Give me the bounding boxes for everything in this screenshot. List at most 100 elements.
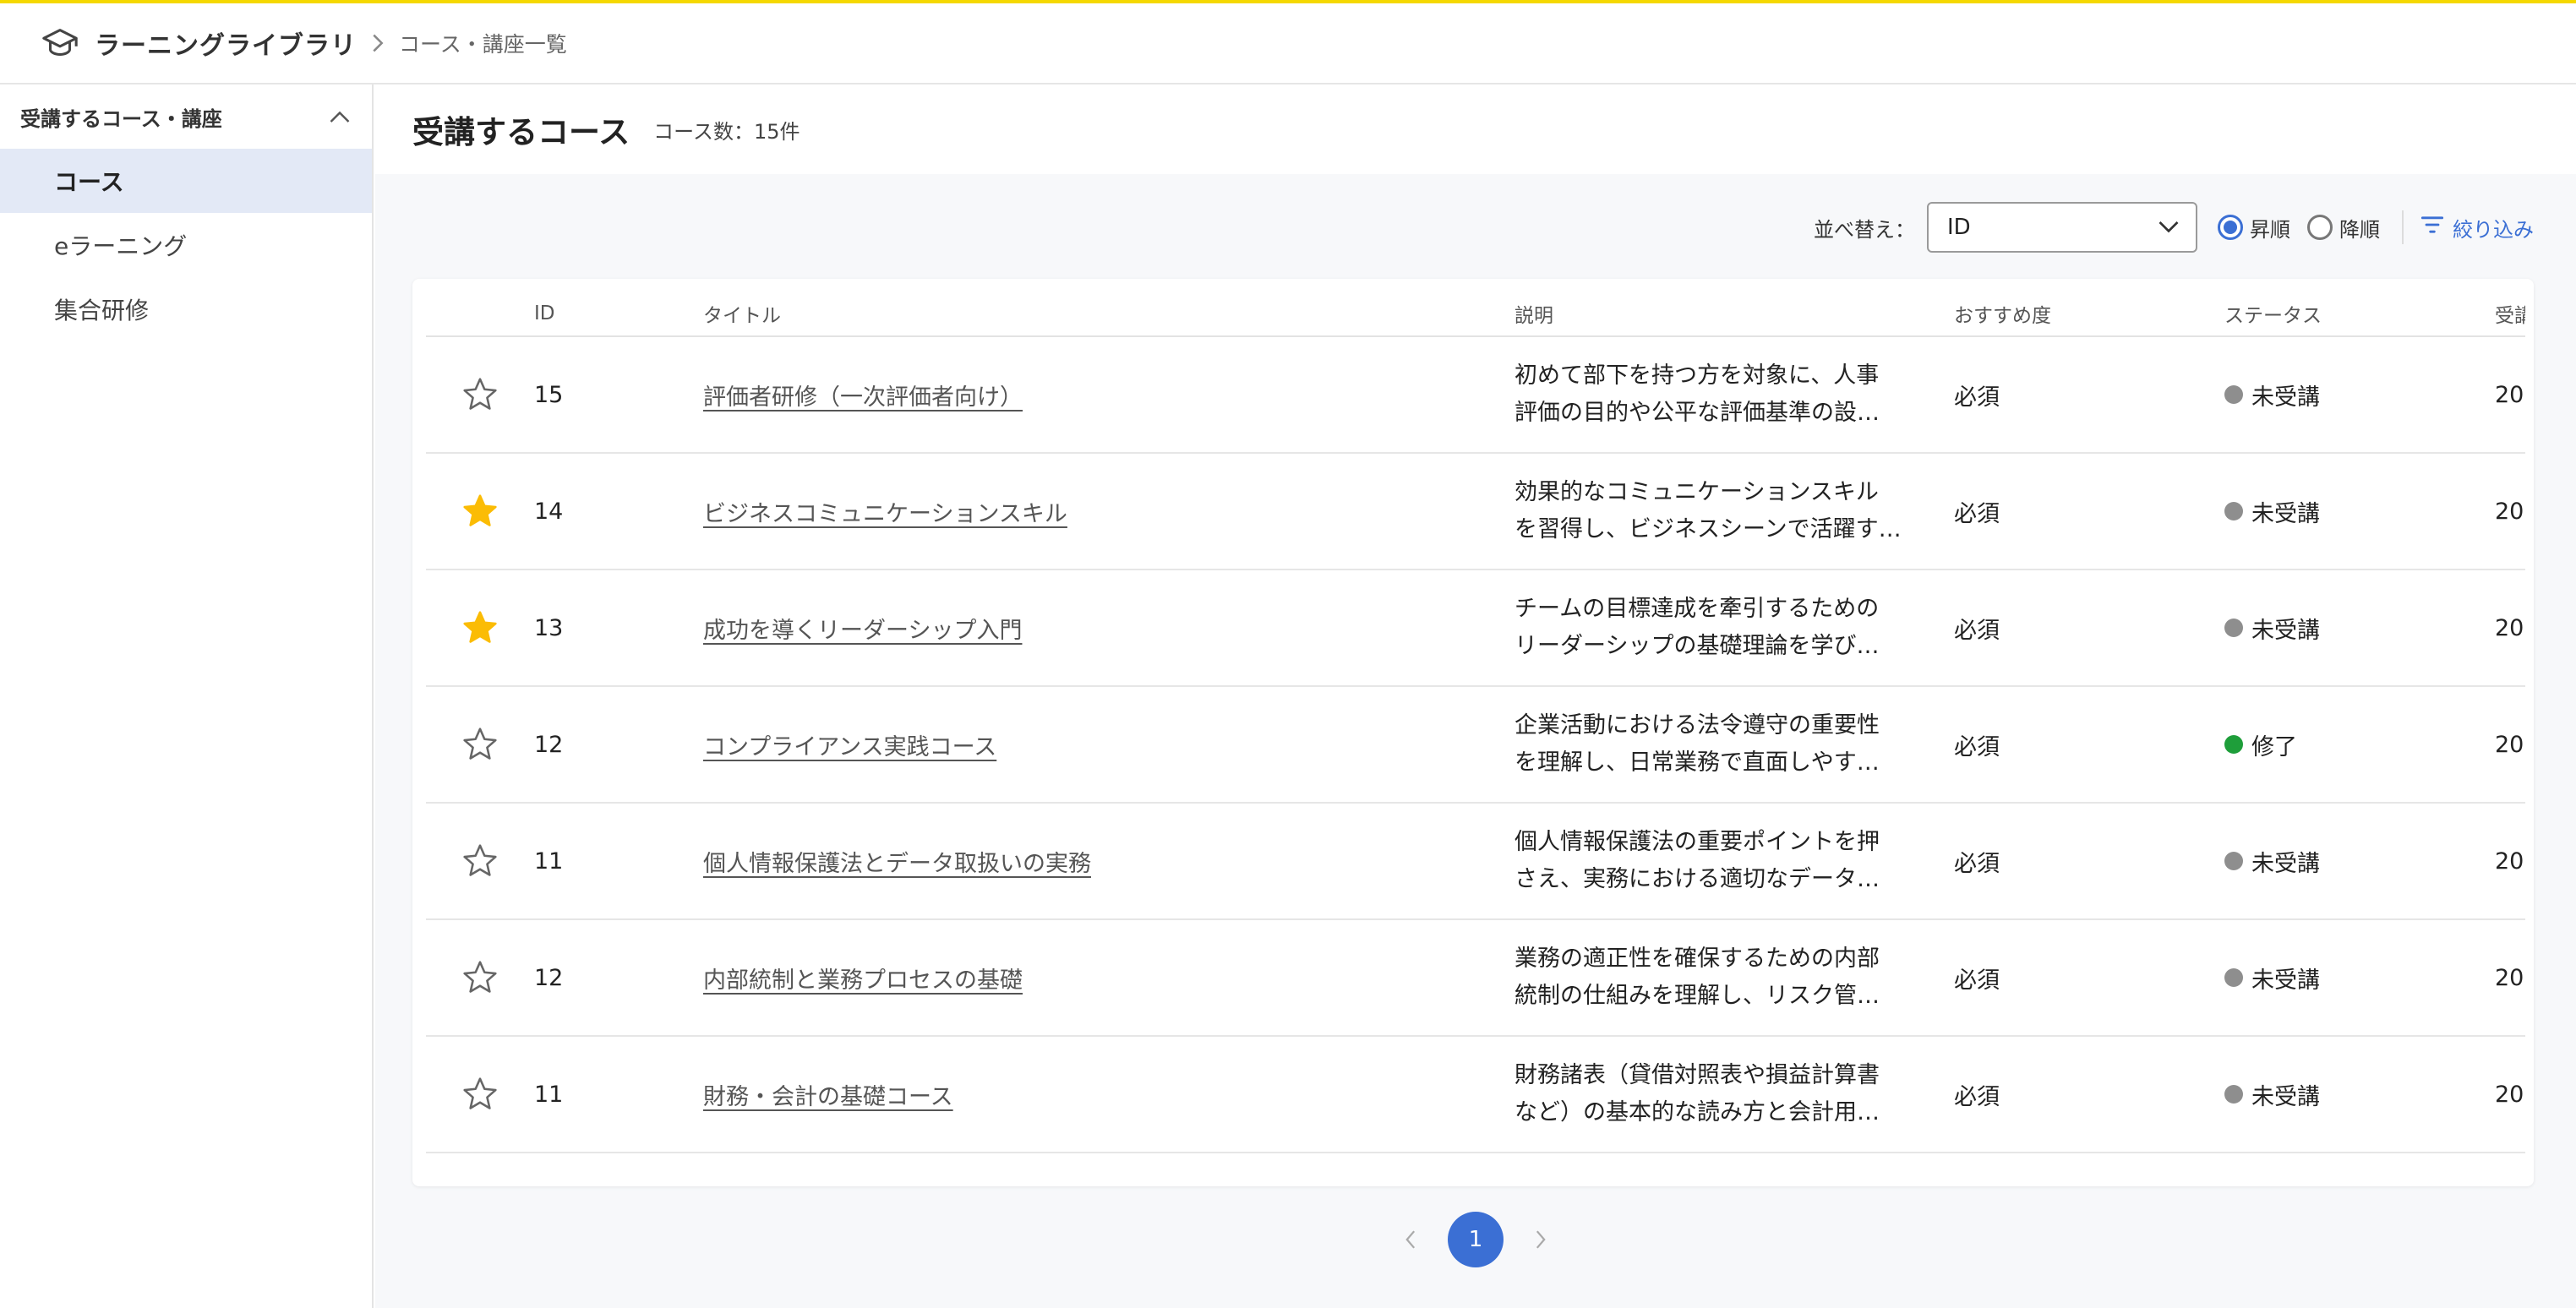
table-row[interactable]: 11 個人情報保護法とデータ取扱いの実務 個人情報保護法の重要ポイントを押 さえ、実務… bbox=[426, 803, 2525, 920]
radio-ascending-label: 昇順 bbox=[2250, 217, 2290, 242]
table-row[interactable]: 11 財務・会計の基礎コース 財務諸表（貸借対照表や損益計算書 など）の基本的な読み方… bbox=[426, 1036, 2525, 1153]
breadcrumb-current: コース・講座一覧 bbox=[399, 32, 567, 57]
course-title-cell: 成功を導くリーダーシップ入門 bbox=[703, 570, 1514, 687]
chevron-down-icon bbox=[2158, 215, 2179, 240]
course-status-cell: 修了 bbox=[2224, 686, 2495, 804]
course-description: 個人情報保護法の重要ポイントを押 さえ、実務における適切なデータ… bbox=[1514, 803, 1954, 920]
description-line-1: 個人情報保護法の重要ポイントを押 bbox=[1514, 829, 1880, 855]
status-badge: 未受講 bbox=[2251, 1083, 2320, 1110]
course-title-link[interactable]: コンプライアンス実践コース bbox=[703, 734, 996, 760]
sidebar-item-label: コース bbox=[54, 168, 124, 196]
filter-button[interactable]: 絞り込み bbox=[2420, 213, 2534, 243]
table-row[interactable]: 14 ビジネスコミュニケーションスキル 効果的なコミュニケーションスキル を習得し、ビ… bbox=[426, 453, 2525, 570]
course-attendance-date: 20 bbox=[2495, 336, 2525, 454]
radio-ascending[interactable]: 昇順 bbox=[2218, 213, 2290, 243]
course-status-cell: 未受講 bbox=[2224, 453, 2495, 570]
prev-page-button[interactable] bbox=[1385, 1229, 1436, 1250]
course-table-card: ID タイトル 説明 おすすめ度 ステータス 受講 15評価者研修（一次評価者向… bbox=[412, 279, 2534, 1186]
course-recommendation: 必須 bbox=[1954, 336, 2224, 454]
radio-descending[interactable]: 降順 bbox=[2307, 213, 2380, 243]
star-outline-icon[interactable] bbox=[426, 842, 534, 880]
course-title-cell: 財務・会計の基礎コース bbox=[703, 1036, 1514, 1153]
sidebar-item-elearning[interactable]: eラーニング bbox=[0, 213, 372, 277]
course-title-link[interactable]: 内部統制と業務プロセスの基礎 bbox=[703, 967, 1023, 994]
course-attendance-date: 20 bbox=[2495, 1036, 2525, 1153]
col-header-description: 説明 bbox=[1514, 279, 1954, 337]
course-attendance-date: 20 bbox=[2495, 803, 2525, 920]
course-title-link[interactable]: 評価者研修（一次評価者向け） bbox=[703, 384, 1023, 411]
course-id: 15 bbox=[534, 336, 703, 454]
description-line-2: など）の基本的な読み方と会計用… bbox=[1514, 1099, 1880, 1125]
chevron-up-icon bbox=[330, 105, 350, 128]
sidebar-group-courses[interactable]: 受講するコース・講座 bbox=[0, 84, 372, 149]
star-filled-icon[interactable] bbox=[426, 493, 534, 530]
star-filled-icon[interactable] bbox=[426, 609, 534, 646]
sort-select[interactable]: ID bbox=[1927, 202, 2197, 253]
course-description: チームの目標達成を牽引するための リーダーシップの基礎理論を学び… bbox=[1514, 570, 1954, 687]
course-title-link[interactable]: 財務・会計の基礎コース bbox=[703, 1084, 953, 1110]
sidebar-item-group-training[interactable]: 集合研修 bbox=[0, 277, 372, 341]
status-badge: 修了 bbox=[2251, 733, 2297, 760]
sidebar-item-course[interactable]: コース bbox=[0, 149, 372, 213]
page-number-current[interactable]: 1 bbox=[1448, 1212, 1504, 1267]
graduation-cap-icon[interactable] bbox=[41, 24, 79, 63]
table-row[interactable]: 13 成功を導くリーダーシップ入門 チームの目標達成を牽引するための リーダーシップの… bbox=[426, 570, 2525, 687]
course-recommendation: 必須 bbox=[1954, 919, 2224, 1037]
description-line-2: を習得し、ビジネスシーンで活躍す… bbox=[1514, 516, 1902, 542]
status-dot-icon bbox=[2224, 735, 2243, 754]
page-title: 受講するコース bbox=[412, 114, 630, 150]
course-title-link[interactable]: 成功を導くリーダーシップ入門 bbox=[703, 618, 1022, 644]
star-outline-icon[interactable] bbox=[426, 1076, 534, 1113]
status-dot-icon bbox=[2224, 502, 2243, 520]
status-badge: 未受講 bbox=[2251, 850, 2320, 877]
course-id: 11 bbox=[534, 1036, 703, 1153]
course-attendance-date: 20 bbox=[2495, 453, 2525, 570]
course-id: 12 bbox=[534, 686, 703, 804]
status-badge: 未受講 bbox=[2251, 967, 2320, 994]
table-row[interactable]: 15 評価者研修（一次評価者向け） 初めて部下を持つ方を対象に、人事 評価の目的や公平… bbox=[426, 336, 2525, 454]
description-line-1: 業務の適正性を確保するための内部 bbox=[1514, 946, 1880, 972]
course-title-cell: コンプライアンス実践コース bbox=[703, 686, 1514, 804]
description-line-1: 企業活動における法令遵守の重要性 bbox=[1514, 712, 1880, 738]
col-header-id[interactable]: ID bbox=[534, 279, 703, 337]
course-description: 業務の適正性を確保するための内部 統制の仕組みを理解し、リスク管… bbox=[1514, 919, 1954, 1037]
sidebar-item-label: 集合研修 bbox=[54, 297, 150, 324]
toolbar-divider bbox=[2402, 210, 2404, 244]
favorite-cell bbox=[426, 919, 534, 1037]
course-title-cell: 個人情報保護法とデータ取扱いの実務 bbox=[703, 803, 1514, 920]
app-title[interactable]: ラーニングライブラリ bbox=[95, 25, 357, 62]
favorite-cell bbox=[426, 570, 534, 687]
col-header-title[interactable]: タイトル bbox=[703, 279, 1514, 337]
course-recommendation: 必須 bbox=[1954, 453, 2224, 570]
status-badge: 未受講 bbox=[2251, 617, 2320, 644]
radio-descending-label: 降順 bbox=[2339, 217, 2380, 242]
filter-icon bbox=[2420, 215, 2453, 240]
status-dot-icon bbox=[2224, 385, 2243, 404]
course-recommendation: 必須 bbox=[1954, 803, 2224, 920]
course-title-link[interactable]: 個人情報保護法とデータ取扱いの実務 bbox=[703, 851, 1091, 877]
favorite-cell bbox=[426, 453, 534, 570]
course-status-cell: 未受講 bbox=[2224, 919, 2495, 1037]
course-id: 13 bbox=[534, 570, 703, 687]
col-header-recommendation[interactable]: おすすめ度 bbox=[1954, 279, 2224, 337]
filter-label: 絞り込み bbox=[2453, 217, 2534, 242]
description-line-2: 統制の仕組みを理解し、リスク管… bbox=[1514, 983, 1880, 1009]
col-header-status[interactable]: ステータス bbox=[2224, 279, 2495, 337]
star-outline-icon[interactable] bbox=[426, 959, 534, 996]
table-row[interactable]: 12 内部統制と業務プロセスの基礎 業務の適正性を確保するための内部 統制の仕組みを理… bbox=[426, 919, 2525, 1037]
table-row[interactable]: 12 コンプライアンス実践コース 企業活動における法令遵守の重要性 を理解し、日常業務… bbox=[426, 686, 2525, 804]
course-title-link[interactable]: ビジネスコミュニケーションスキル bbox=[703, 501, 1067, 527]
app-header: ラーニングライブラリ コース・講座一覧 bbox=[0, 3, 2576, 84]
star-outline-icon[interactable] bbox=[426, 726, 534, 763]
course-status-cell: 未受講 bbox=[2224, 803, 2495, 920]
sidebar-item-label: eラーニング bbox=[54, 232, 188, 260]
pagination: 1 bbox=[375, 1212, 2576, 1267]
next-page-button[interactable] bbox=[1515, 1229, 1566, 1250]
toolbar: 並べ替え： ID 昇順 降順 絞り込み bbox=[1814, 201, 2534, 253]
col-header-favorite bbox=[426, 279, 534, 337]
course-title-cell: 内部統制と業務プロセスの基礎 bbox=[703, 919, 1514, 1037]
star-outline-icon[interactable] bbox=[426, 376, 534, 413]
favorite-cell bbox=[426, 336, 534, 454]
status-dot-icon bbox=[2224, 852, 2243, 870]
chevron-right-icon bbox=[370, 34, 385, 52]
